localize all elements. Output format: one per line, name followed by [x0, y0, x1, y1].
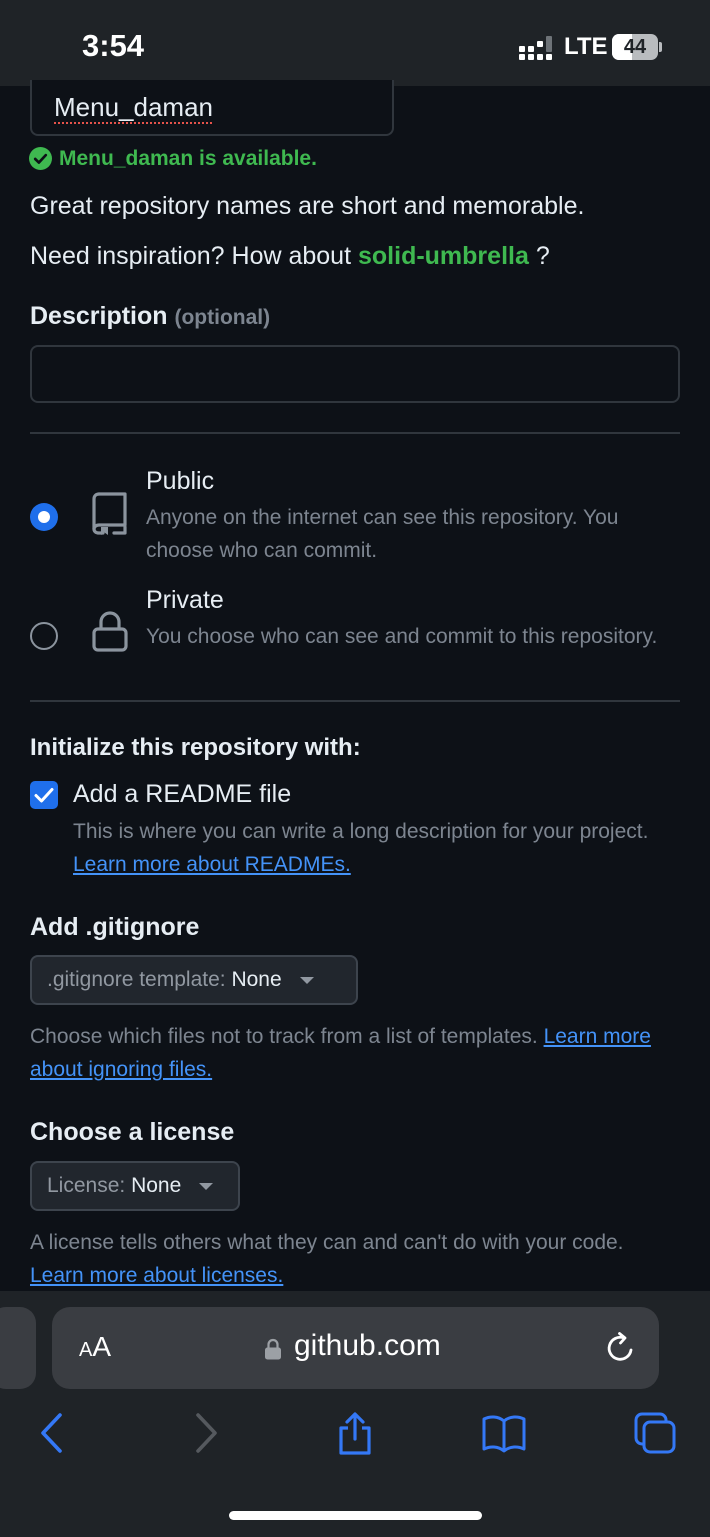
browser-toolbar: AA github.com [0, 1291, 710, 1537]
status-time: 3:54 [82, 28, 145, 63]
private-description: You choose who can see and commit to thi… [146, 625, 658, 648]
name-hint: Great repository names are short and mem… [30, 192, 585, 220]
readme-checkbox[interactable] [30, 781, 58, 809]
initialize-heading: Initialize this repository with: [30, 734, 361, 761]
gitignore-select-prefix: .gitignore template: [47, 968, 226, 991]
public-radio[interactable] [30, 503, 58, 531]
readme-description-text: This is where you can write a long descr… [73, 820, 649, 843]
inspiration-prefix: Need inspiration? How about [30, 242, 352, 270]
previous-tab-preview[interactable] [0, 1307, 36, 1389]
availability-message: Menu_daman is available. [59, 147, 317, 170]
aa-small: A [79, 1339, 93, 1361]
status-bar: 3:54 LTE 44 [0, 0, 710, 86]
license-select[interactable]: License: None [30, 1161, 240, 1211]
license-select-value: None [131, 1174, 182, 1197]
readme-label[interactable]: Add a README file [73, 780, 291, 809]
reader-settings-button[interactable]: AA [79, 1331, 111, 1363]
description-input[interactable] [30, 345, 680, 403]
battery-icon: 44 [612, 34, 658, 60]
network-type: LTE [564, 33, 608, 60]
aa-big: A [92, 1331, 112, 1362]
back-icon[interactable] [30, 1411, 74, 1455]
check-circle-icon [29, 147, 52, 170]
description-label: Description (optional) [30, 302, 270, 331]
battery-percent: 44 [623, 36, 647, 58]
repo-name-value: Menu_daman [54, 92, 213, 122]
forward-icon[interactable] [184, 1411, 228, 1455]
home-indicator [229, 1511, 482, 1520]
gitignore-select[interactable]: .gitignore template: None [30, 955, 358, 1005]
gitignore-helper: Choose which files not to track from a l… [30, 1020, 680, 1086]
public-description: Anyone on the internet can see this repo… [146, 506, 619, 562]
inspiration-hint: Need inspiration? How about solid-umbrel… [30, 242, 550, 271]
lock-icon [265, 1338, 281, 1360]
public-title: Public [146, 467, 215, 495]
license-select-prefix: License: [47, 1174, 126, 1197]
address-bar[interactable]: AA github.com [52, 1307, 659, 1389]
inspiration-suffix: ? [535, 242, 550, 270]
caret-down-icon [299, 976, 314, 984]
optional-tag: (optional) [174, 306, 271, 329]
gitignore-heading: Add .gitignore [30, 913, 200, 941]
caret-down-icon [199, 1182, 214, 1190]
lock-icon [92, 611, 128, 652]
license-learn-more-link[interactable]: Learn more about licenses. [30, 1264, 283, 1287]
private-radio[interactable] [30, 622, 58, 650]
bookmarks-icon[interactable] [482, 1411, 526, 1455]
cellular-signal-icon [519, 36, 552, 60]
gitignore-helper-text: Choose which files not to track from a l… [30, 1025, 538, 1048]
license-helper-text: A license tells others what they can and… [30, 1231, 624, 1254]
private-title: Private [146, 586, 224, 614]
battery-nub [659, 42, 662, 52]
reload-icon[interactable] [604, 1331, 638, 1365]
divider [30, 432, 680, 434]
name-suggestion[interactable]: solid-umbrella [358, 242, 529, 270]
readme-description: This is where you can write a long descr… [73, 815, 673, 881]
repo-icon [92, 492, 127, 535]
tabs-icon[interactable] [633, 1411, 677, 1455]
url-domain: github.com [294, 1329, 441, 1362]
readme-learn-more-link[interactable]: Learn more about READMEs. [73, 853, 351, 876]
license-heading: Choose a license [30, 1118, 235, 1146]
share-icon[interactable] [333, 1411, 377, 1455]
description-label-text: Description [30, 302, 168, 330]
license-helper: A license tells others what they can and… [30, 1226, 680, 1292]
repo-name-input[interactable]: Menu_daman [30, 80, 394, 136]
divider [30, 700, 680, 702]
checkmark-icon [34, 788, 54, 803]
gitignore-select-value: None [231, 968, 282, 991]
